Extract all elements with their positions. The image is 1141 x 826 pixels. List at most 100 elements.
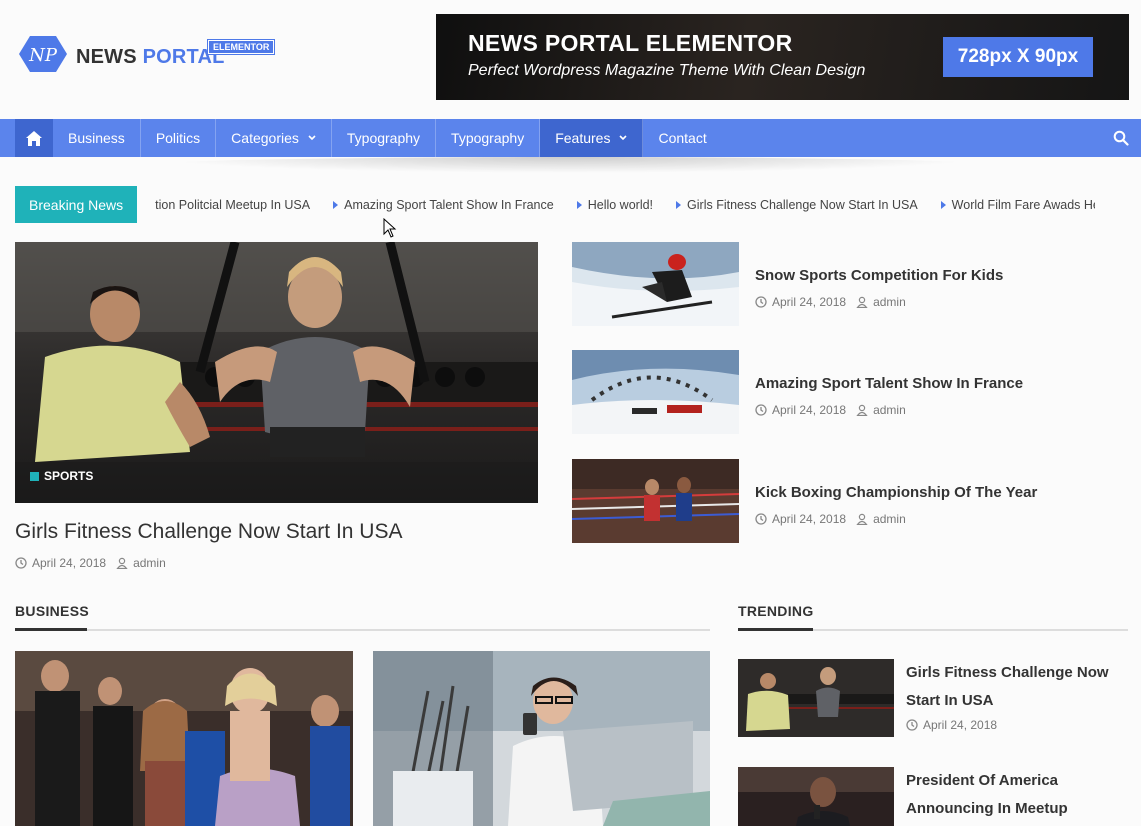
side-post-meta: April 24, 2018 admin — [755, 403, 906, 417]
post-author[interactable]: admin — [873, 295, 906, 309]
ticker-item[interactable]: Hello world! — [576, 197, 654, 212]
trending-meta: April 24, 2018 — [906, 718, 997, 732]
logo-hexagon-icon: NP — [18, 34, 68, 74]
triangle-right-icon — [676, 200, 682, 209]
user-icon — [116, 557, 128, 569]
side-post-title[interactable]: Snow Sports Competition For Kids — [755, 267, 1003, 284]
ad-banner[interactable]: NEWS PORTAL ELEMENTOR Perfect Wordpress … — [436, 14, 1129, 100]
post-date[interactable]: April 24, 2018 — [32, 556, 106, 570]
svg-text:NP: NP — [28, 45, 58, 66]
red-carpet-photo — [15, 651, 353, 826]
triangle-right-icon — [333, 200, 339, 209]
trending-heading: TRENDING — [738, 603, 814, 619]
triangle-right-icon — [940, 200, 946, 209]
featured-meta: April 24, 2018 admin — [15, 556, 166, 570]
ticker-item-text: Amazing Sport Talent Show In France — [344, 197, 554, 212]
site-logo[interactable]: NP NEWS PORTAL ELEMENTOR — [18, 34, 275, 74]
side-post: Kick Boxing Championship Of The Year Apr… — [572, 459, 1132, 543]
post-date[interactable]: April 24, 2018 — [923, 718, 997, 732]
featured-photo — [15, 242, 538, 503]
trending-thumbnail[interactable] — [738, 659, 894, 737]
featured-image[interactable]: SPORTS — [15, 242, 538, 503]
category-color-square — [30, 471, 39, 481]
clock-icon — [755, 513, 767, 525]
business-heading: BUSINESS — [15, 603, 89, 619]
trending-title[interactable]: Girls Fitness Challenge Now Start In USA — [906, 659, 1116, 715]
trending-item: President Of America Announcing In Meetu… — [738, 767, 1128, 826]
ticker-item-text: tion Politcial Meetup In USA — [155, 197, 311, 212]
ticker-item-text: World Film Fare Awads Held In P — [951, 197, 1095, 212]
nav-item-label: Typography — [451, 130, 525, 146]
side-post: Snow Sports Competition For Kids April 2… — [572, 242, 1132, 326]
nav-item-business[interactable]: Business — [53, 119, 141, 157]
nav-item-label: Features — [555, 130, 611, 146]
business-card[interactable] — [15, 651, 353, 826]
nav-shadow — [150, 157, 990, 173]
logo-wordmark: NEWS PORTAL — [76, 46, 225, 69]
category-label: SPORTS — [44, 469, 94, 483]
nav-home-button[interactable] — [15, 119, 53, 157]
nav-item-contact[interactable]: Contact — [643, 119, 721, 157]
chevron-down-icon — [619, 135, 628, 141]
banner-title: NEWS PORTAL ELEMENTOR — [468, 30, 793, 56]
nav-item-categories[interactable]: Categories — [216, 119, 332, 157]
banner-size-label: 728px X 90px — [943, 37, 1093, 77]
ski-jump-photo — [572, 350, 739, 434]
logo-word-news: NEWS — [76, 46, 137, 68]
side-post-thumbnail[interactable] — [572, 242, 739, 326]
fitness-photo — [738, 659, 894, 737]
news-ticker: tion Politcial Meetup In USA Amazing Spo… — [155, 186, 1095, 223]
trending-item: Girls Fitness Challenge Now Start In USA… — [738, 659, 1128, 739]
side-post-title[interactable]: Amazing Sport Talent Show In France — [755, 375, 1023, 392]
breaking-news-label: Breaking News — [15, 186, 138, 223]
mouse-cursor-icon — [383, 218, 397, 238]
breaking-news-bar: Breaking News tion Politcial Meetup In U… — [15, 186, 1095, 223]
post-author[interactable]: admin — [873, 512, 906, 526]
ticker-item[interactable]: tion Politcial Meetup In USA — [155, 198, 310, 212]
side-post: Amazing Sport Talent Show In France Apri… — [572, 350, 1132, 434]
nav-item-features[interactable]: Features — [540, 119, 644, 157]
clock-icon — [15, 557, 27, 569]
trending-title[interactable]: President Of America Announcing In Meetu… — [906, 767, 1116, 823]
user-icon — [856, 404, 868, 416]
nav-item-politics[interactable]: Politics — [141, 119, 217, 157]
ticker-item[interactable]: Girls Fitness Challenge Now Start In USA — [676, 198, 918, 212]
office-phone-photo — [373, 651, 710, 826]
post-author[interactable]: admin — [133, 556, 166, 570]
trending-thumbnail[interactable] — [738, 767, 894, 826]
ticker-item-text: Hello world! — [587, 197, 654, 212]
ticker-track: tion Politcial Meetup In USA Amazing Spo… — [155, 186, 1095, 223]
site-header: NP NEWS PORTAL ELEMENTOR NEWS PORTAL ELE… — [0, 0, 1141, 119]
side-post-thumbnail[interactable] — [572, 459, 739, 543]
side-post-meta: April 24, 2018 admin — [755, 512, 906, 526]
triangle-right-icon — [576, 200, 582, 209]
boxing-photo — [572, 459, 739, 543]
main-navigation: Business Politics Categories Typography … — [0, 119, 1141, 157]
side-post-title[interactable]: Kick Boxing Championship Of The Year — [755, 484, 1037, 501]
nav-item-label: Contact — [658, 130, 707, 146]
snow-sports-photo — [572, 242, 739, 326]
ticker-item[interactable]: Amazing Sport Talent Show In France — [333, 198, 554, 212]
nav-item-typography[interactable]: Typography — [332, 119, 437, 157]
president-photo — [738, 767, 894, 826]
nav-item-label: Business — [68, 130, 125, 146]
nav-item-typography-2[interactable]: Typography — [436, 119, 541, 157]
ticker-item-text: Girls Fitness Challenge Now Start In USA — [687, 197, 918, 212]
search-icon[interactable] — [1113, 130, 1129, 146]
trending-divider — [738, 628, 1128, 631]
post-date[interactable]: April 24, 2018 — [772, 295, 846, 309]
category-badge[interactable]: SPORTS — [30, 469, 93, 483]
side-post-meta: April 24, 2018 admin — [755, 295, 906, 309]
post-author[interactable]: admin — [873, 403, 906, 417]
nav-item-label: Typography — [346, 130, 421, 146]
post-date[interactable]: April 24, 2018 — [772, 512, 846, 526]
business-card[interactable] — [373, 651, 710, 826]
business-divider — [15, 628, 710, 631]
home-icon — [26, 130, 42, 146]
post-date[interactable]: April 24, 2018 — [772, 403, 846, 417]
user-icon — [856, 296, 868, 308]
featured-title[interactable]: Girls Fitness Challenge Now Start In USA — [15, 520, 402, 544]
logo-badge: ELEMENTOR — [208, 40, 275, 54]
side-post-thumbnail[interactable] — [572, 350, 739, 434]
ticker-item[interactable]: World Film Fare Awads Held In P — [940, 197, 1095, 212]
